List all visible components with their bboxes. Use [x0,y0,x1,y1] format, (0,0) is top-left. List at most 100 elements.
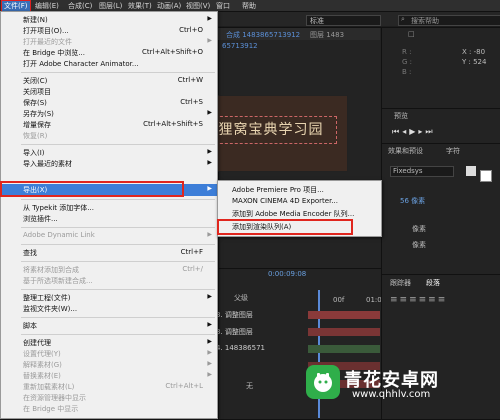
paragraph-align-buttons[interactable]: ≡≡≡≡≡≡ [390,295,447,305]
submenu-arrow-icon: ▶ [207,37,212,44]
search-help-input[interactable]: 搜索帮助 [398,15,500,26]
menu-item-add-footage-to-comp[interactable]: 将素材添加到合成 Ctrl+/ [1,264,217,275]
menu-item-scripts[interactable]: 脚本 ▶ [1,320,217,331]
timeline-layer-row[interactable]: 3. 调整图层 [216,327,304,337]
menu-separator [21,244,215,245]
menu-view[interactable]: 视图(V) [186,1,210,11]
info-r: R : [402,48,412,56]
timecode[interactable]: 0:00:09:08 [268,270,306,278]
toolbar: 标准 搜索帮助 ⌕ [218,12,500,26]
composition-tabbar: 合成 1483865713912 图层 1483 [218,28,380,40]
submenu-arrow-icon: ▶ [207,293,212,300]
menu-item-import-recent[interactable]: 导入最近的素材 ▶ [1,158,217,169]
menu-layer[interactable]: 图层(L) [99,1,122,11]
menu-effect[interactable]: 效果(T) [128,1,152,11]
timeline-layer-row[interactable]: 3. 调整图层 [216,310,304,320]
menu-item-typekit[interactable]: 从 Typekit 添加字体... [1,202,217,213]
menu-item-new-comp-from-selection[interactable]: 基于所选项新建合成... [1,275,217,286]
menu-composition[interactable]: 合成(C) [68,1,92,11]
menu-item-find[interactable]: 查找 Ctrl+F [1,247,217,258]
menu-item-browse-plugins[interactable]: 浏览插件... [1,213,217,224]
menu-item-reload-footage[interactable]: 重新加载素材(L) Ctrl+Alt+L [1,381,217,392]
search-icon: ⌕ [401,15,405,23]
menu-item-browse-bridge[interactable]: 在 Bridge 中浏览... Ctrl+Alt+Shift+O [1,47,217,58]
layer-track-bar[interactable] [308,311,380,319]
tab-paragraph[interactable]: 段落 [426,278,440,288]
stroke-size-unit: 像素 [412,225,426,233]
character-panel: 效果和预设 字符 Fixedsys 56 像素 像素 像素 [381,143,500,275]
menu-item-export[interactable]: 导出(X) ▶ [1,184,217,196]
submenu-arrow-icon: ▶ [207,360,212,367]
info-g: G : [402,58,413,66]
tab-preview[interactable]: 预览 [394,111,408,121]
tab-layer[interactable]: 图层 1483 [310,30,344,40]
submenu-arrow-icon: ▶ [207,231,212,238]
font-family-select[interactable]: Fixedsys [390,166,454,177]
menu-separator [21,199,215,200]
submenu-arrow-icon: ▶ [207,321,212,328]
menu-item-open-project[interactable]: 打开项目(O)... Ctrl+O [1,25,217,36]
menu-item-watch-folder[interactable]: 监视文件夹(W)... [1,303,217,314]
tab-character[interactable]: 字符 [446,146,460,156]
export-cinema4d[interactable]: MAXON CINEMA 4D Exporter... [218,196,381,207]
parent-none-select[interactable]: 无 [246,381,253,391]
submenu-arrow-icon: ▶ [207,109,212,116]
menu-help[interactable]: 帮助 [242,1,256,11]
menu-item-close-project[interactable]: 关闭项目 [1,86,217,97]
menu-separator [21,144,215,145]
menu-item-set-proxy[interactable]: 设置代理(Y) ▶ [1,348,217,359]
info-x: X : -80 [462,48,486,56]
playback-controls[interactable]: ⏮◂▶▸⏭ [392,127,436,137]
font-size-field[interactable]: 56 像素 [400,196,425,206]
menu-separator [21,334,215,335]
watermark-logo-icon [306,365,340,399]
layer-track-bar[interactable] [308,345,380,353]
menu-item-create-proxy[interactable]: 创建代理 ▶ [1,337,217,348]
submenu-arrow-icon: ▶ [207,148,212,155]
comp-sub-label: 65713912 [222,42,258,50]
menu-animation[interactable]: 动画(A) [157,1,181,11]
menu-item-dependencies[interactable]: 整理工程(文件) ▶ [1,292,217,303]
menu-item-interpret-footage[interactable]: 解释素材(G) ▶ [1,359,217,370]
menu-edit[interactable]: 编辑(E) [35,1,59,11]
menu-separator [21,317,215,318]
info-panel: □ R : G : B : X : -80 Y : 524 [381,27,500,109]
export-media-encoder-queue[interactable]: 添加到 Adobe Media Encoder 队列... [218,208,381,219]
watermark-url: www.qhhlv.com [352,389,431,400]
menu-item-reveal-explorer[interactable]: 在资源管理器中显示 [1,392,217,403]
tab-info[interactable]: □ [408,30,415,38]
menu-item-import[interactable]: 导入(I) ▶ [1,147,217,158]
submenu-arrow-icon: ▶ [207,15,212,22]
menu-item-revert[interactable]: 恢复(R) [1,130,217,141]
menu-separator [21,227,215,228]
menu-item-reveal-bridge[interactable]: 在 Bridge 中显示 [1,403,217,414]
info-b: B : [402,68,412,76]
timeline-layer-row[interactable]: 4. 148386571 [216,344,304,354]
menu-item-dynamic-link[interactable]: Adobe Dynamic Link ▶ [1,230,217,241]
menu-separator [21,72,215,73]
menu-item-new[interactable]: 新建(N) ▶ [1,14,217,25]
tab-effects-presets[interactable]: 效果和预设 [388,146,423,156]
menu-item-replace-footage[interactable]: 替换素材(E) ▶ [1,370,217,381]
stroke-color-swatch[interactable] [480,170,492,182]
file-menu: 新建(N) ▶ 打开项目(O)... Ctrl+O 打开最近的文件 ▶ 在 Bridg… [0,11,218,419]
fill-color-swatch[interactable] [466,166,476,176]
menu-item-open-recent[interactable]: 打开最近的文件 ▶ [1,36,217,47]
menu-item-save[interactable]: 保存(S) Ctrl+S [1,97,217,108]
menu-separator [21,261,215,262]
menu-item-incremental-save[interactable]: 增量保存 Ctrl+Alt+Shift+S [1,119,217,130]
workspace-preset[interactable]: 标准 [306,15,381,26]
submenu-arrow-icon: ▶ [207,185,212,192]
title-text-layer[interactable]: 狸窝宝典学习园 [205,116,337,144]
export-premiere-pro[interactable]: Adobe Premiere Pro 项目... [218,184,381,195]
layer-track-bar[interactable] [308,328,380,336]
tracking-unit: 像素 [412,241,426,249]
menu-item-close[interactable]: 关闭(C) Ctrl+W [1,75,217,86]
menu-item-save-as[interactable]: 另存为(S) ▶ [1,108,217,119]
menu-item-character-animator[interactable]: 打开 Adobe Character Animator... [1,58,217,69]
tab-composition[interactable]: 合成 1483865713912 [226,30,300,40]
export-render-queue[interactable]: 添加到渲染队列(A) [218,221,381,232]
menu-window[interactable]: 窗口 [216,1,230,11]
tab-tracker[interactable]: 跟踪器 [390,278,411,288]
submenu-arrow-icon: ▶ [207,159,212,166]
